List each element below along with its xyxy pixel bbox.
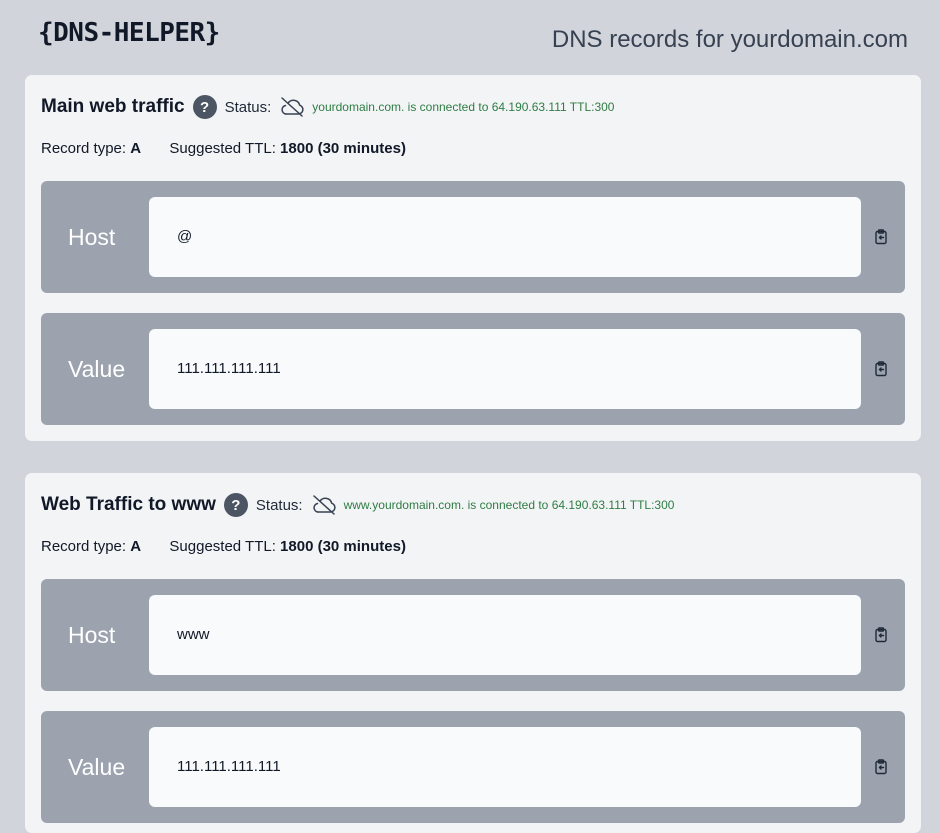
record-type-value: A (130, 140, 142, 157)
suggested-ttl-value: 1800 (30 minutes) (280, 140, 406, 157)
status-label: Status: (224, 98, 272, 116)
record-title: Web Traffic to www (41, 494, 216, 515)
help-button[interactable]: ? (223, 493, 248, 517)
record-type-label: Record type: (41, 140, 127, 157)
cloud-off-icon (279, 96, 305, 118)
suggested-ttl-value: 1800 (30 minutes) (280, 538, 406, 555)
status-label: Status: (255, 496, 303, 514)
record-meta: Record type: A Suggested TTL: 1800 (30 m… (41, 140, 406, 157)
status-text: www.yourdomain.com. is connected to 64.1… (343, 498, 675, 512)
cloud-off-icon (311, 494, 337, 516)
suggested-ttl-label: Suggested TTL: (169, 538, 276, 555)
top-bar: {DNS-HELPER} DNS records for yourdomain.… (0, 0, 939, 75)
help-button[interactable]: ? (192, 95, 217, 119)
record-meta: Record type: A Suggested TTL: 1800 (30 m… (41, 538, 406, 555)
record-header: Main web traffic ? Status: yourdomain.co… (41, 94, 614, 120)
app-logo[interactable]: {DNS-HELPER} (38, 18, 220, 48)
page-title: DNS records for yourdomain.com (551, 26, 908, 53)
status-text: yourdomain.com. is connected to 64.190.6… (312, 100, 615, 114)
value-field-row: Value 111.111.111.111 (41, 313, 905, 425)
record-header: Web Traffic to www ? Status: www.yourdom… (41, 492, 674, 518)
record-title: Main web traffic (41, 96, 185, 117)
host-label: Host (68, 622, 116, 648)
host-label: Host (68, 224, 116, 250)
dns-record-card: Web Traffic to www ? Status: www.yourdom… (25, 473, 921, 833)
host-value[interactable]: www (149, 595, 861, 675)
value-field-row: Value 111.111.111.111 (41, 711, 905, 823)
value-label: Value (68, 356, 126, 382)
value-value[interactable]: 111.111.111.111 (149, 727, 861, 807)
clipboard-copy-icon[interactable] (873, 759, 889, 775)
suggested-ttl-label: Suggested TTL: (169, 140, 276, 157)
host-field-row: Host @ (41, 181, 905, 293)
record-type-label: Record type: (41, 538, 127, 555)
value-value[interactable]: 111.111.111.111 (149, 329, 861, 409)
host-value[interactable]: @ (149, 197, 861, 277)
clipboard-copy-icon[interactable] (873, 361, 889, 377)
clipboard-copy-icon[interactable] (873, 627, 889, 643)
clipboard-copy-icon[interactable] (873, 229, 889, 245)
host-field-row: Host www (41, 579, 905, 691)
dns-record-card: Main web traffic ? Status: yourdomain.co… (25, 75, 921, 441)
value-label: Value (68, 754, 126, 780)
record-type-value: A (130, 538, 142, 555)
